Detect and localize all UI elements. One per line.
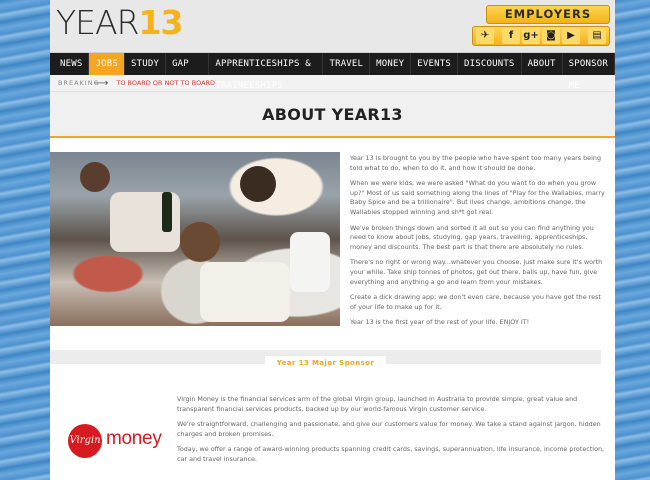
page-title-bar: ABOUT YEAR13 [50, 92, 615, 138]
about-paragraph: Create a dick drawing app; we don't even… [350, 293, 601, 311]
breaking-label: BREAKING [58, 79, 100, 87]
about-paragraph: When we were kids, we were asked "What d… [350, 179, 605, 216]
youtube-icon[interactable]: ▶ [562, 28, 580, 44]
sponsor-paragraph: Today, we offer a range of award-winning… [177, 445, 605, 463]
nav-item-apprenticeships[interactable]: APPRENTICESHIPS & TRAINEESHIPS [209, 53, 324, 91]
employers-button[interactable]: EMPLOYERS [486, 5, 610, 24]
instagram-icon[interactable]: ◙ [542, 28, 560, 44]
background-right [615, 0, 650, 480]
virgin-logo-mark: Virgin [68, 424, 102, 458]
nav-item-news[interactable]: NEWS [54, 53, 90, 75]
page-title: ABOUT YEAR13 [262, 105, 403, 124]
logo-year: YEAR [56, 3, 140, 42]
nav-item-about[interactable]: ABOUT [522, 53, 563, 75]
nav-item-money[interactable]: MONEY [370, 53, 412, 75]
sponsor-text: Virgin Money is the financial services a… [177, 395, 607, 471]
nav-item-study[interactable]: STUDY [125, 53, 167, 75]
party-boat-photo [50, 152, 340, 326]
sponsor-paragraph: We're straightforward, challenging and p… [177, 420, 601, 438]
social-links: ✈ f g+ ◙ ▶ ▤ [472, 26, 610, 46]
about-paragraph: Year 13 is brought to you by the people … [350, 154, 601, 172]
sponsor-paragraph: Virgin Money is the financial services a… [177, 395, 578, 413]
facebook-icon[interactable]: f [502, 28, 520, 44]
breaking-headline-link[interactable]: TO BOARD OR NOT TO BOARD [116, 79, 215, 87]
nav-item-gap-years[interactable]: GAP YEARS [166, 53, 210, 91]
nav-item-discounts[interactable]: DISCOUNTS [458, 53, 522, 75]
nav-item-events[interactable]: EVENTS [411, 53, 458, 75]
background-left [0, 0, 50, 480]
deliver-icon[interactable]: ✈ [476, 28, 494, 44]
about-paragraph: We've broken things down and sorted it a… [350, 223, 594, 251]
arrow-right-icon: ⟶ [94, 77, 109, 89]
virgin-money-logo[interactable]: Virgin money [68, 420, 178, 460]
main-nav: NEWS JOBS STUDY GAP YEARS APPRENTICESHIP… [50, 53, 615, 91]
google-plus-icon[interactable]: g+ [522, 28, 540, 44]
year13-logo[interactable]: YEAR13 [56, 3, 184, 42]
about-text: Year 13 is brought to you by the people … [350, 154, 605, 334]
nav-item-sponsor-me[interactable]: SPONSOR ME [563, 53, 615, 91]
magazine-icon[interactable]: ▤ [588, 28, 606, 44]
about-paragraph: Year 13 is the first year of the rest of… [350, 318, 530, 327]
nav-item-jobs[interactable]: JOBS [89, 53, 125, 75]
logo-number: 13 [138, 3, 184, 42]
sponsor-heading: Year 13 Major Sponsor [264, 356, 387, 370]
nav-item-travel[interactable]: TRAVEL [323, 53, 371, 75]
breaking-news-bar: BREAKING ⟶ TO BOARD OR NOT TO BOARD [50, 75, 615, 92]
money-wordmark: money [106, 428, 162, 449]
site-header: YEAR13 EMPLOYERS ✈ f g+ ◙ ▶ ▤ [50, 0, 615, 53]
sponsor-divider: Year 13 Major Sponsor [50, 350, 601, 370]
page: YEAR13 EMPLOYERS ✈ f g+ ◙ ▶ ▤ NEWS JOBS … [50, 0, 615, 480]
about-paragraph: There's no right or wrong way...whatever… [350, 258, 603, 286]
